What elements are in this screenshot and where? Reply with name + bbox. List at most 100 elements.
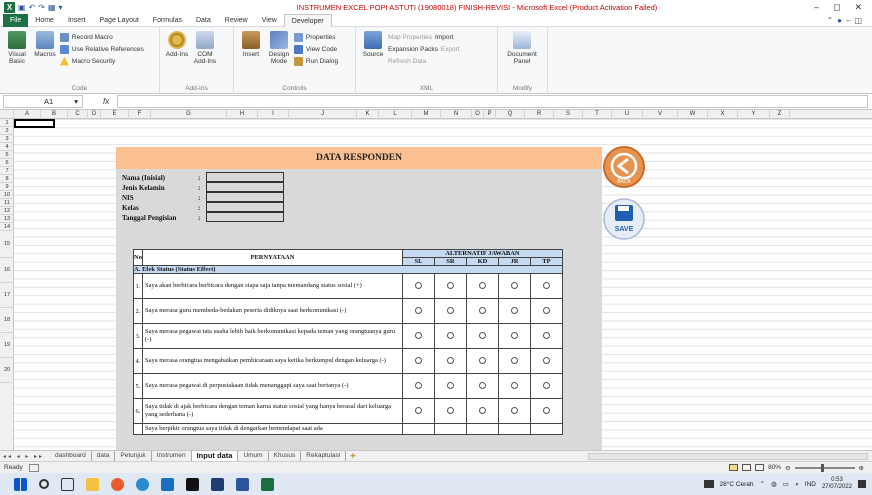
insert-sheet-icon[interactable]: ✚ bbox=[346, 452, 359, 460]
answer-radio-kd[interactable] bbox=[478, 331, 486, 339]
row-header[interactable]: 4 bbox=[0, 143, 14, 151]
sheet-tab[interactable]: Input data bbox=[191, 451, 239, 461]
answer-radio-tp[interactable] bbox=[542, 356, 550, 364]
volume-icon[interactable]: ◖ bbox=[795, 481, 799, 488]
ribbon-minimize-icon[interactable]: ⌃ bbox=[826, 16, 833, 25]
macro-security-button[interactable]: Macro Security bbox=[59, 55, 144, 67]
answer-radio-kd[interactable] bbox=[478, 306, 486, 314]
com-addins-button[interactable]: COM Add-Ins bbox=[192, 31, 218, 65]
sheet-tab[interactable]: Rekaptulasi bbox=[301, 451, 347, 461]
tab-data[interactable]: Data bbox=[189, 14, 218, 27]
document-panel-button[interactable]: Document Panel bbox=[502, 31, 542, 65]
use-relative-references-button[interactable]: Use Relative References bbox=[59, 43, 144, 55]
tab-file[interactable]: File bbox=[3, 13, 29, 27]
name-input[interactable] bbox=[206, 172, 284, 182]
sheet-tab[interactable]: Khusus bbox=[269, 451, 302, 461]
tab-home[interactable]: Home bbox=[28, 14, 61, 27]
answer-radio-jr[interactable] bbox=[510, 306, 518, 314]
view-code-button[interactable]: View Code bbox=[293, 43, 338, 55]
column-header[interactable]: C bbox=[68, 110, 88, 119]
zoom-in-icon[interactable]: ⊕ bbox=[859, 464, 864, 472]
name-box[interactable]: A1 ▾ bbox=[3, 95, 83, 108]
macro-recording-icon[interactable] bbox=[28, 463, 39, 472]
chrome-browser-icon[interactable] bbox=[136, 477, 149, 491]
select-all-corner[interactable] bbox=[0, 110, 14, 119]
answer-radio-jr[interactable] bbox=[510, 281, 518, 289]
clock[interactable]: 0:53 27/07/2022 bbox=[822, 477, 852, 491]
sheet-tab[interactable]: dashboard bbox=[50, 451, 92, 461]
column-header[interactable]: K bbox=[357, 110, 379, 119]
answer-radio-sl[interactable] bbox=[414, 381, 422, 389]
horizontal-scrollbar[interactable] bbox=[588, 452, 868, 460]
network-icon[interactable]: ◍ bbox=[771, 480, 777, 488]
sheet-tab[interactable]: Umum bbox=[238, 451, 269, 461]
column-header[interactable]: G bbox=[151, 110, 227, 119]
language-indicator[interactable]: IND bbox=[805, 481, 816, 488]
import-button[interactable]: Import bbox=[435, 34, 453, 41]
row-header[interactable]: 2 bbox=[0, 127, 14, 135]
row-header[interactable]: 9 bbox=[0, 183, 14, 191]
minimize-button[interactable]: – bbox=[814, 2, 819, 13]
answer-radio-sl[interactable] bbox=[414, 356, 422, 364]
nis-input[interactable] bbox=[206, 192, 284, 202]
export-button[interactable]: Export bbox=[441, 46, 460, 53]
tray-chevron-icon[interactable]: ⌃ bbox=[760, 480, 765, 488]
tab-formulas[interactable]: Formulas bbox=[146, 14, 189, 27]
column-header[interactable]: V bbox=[643, 110, 678, 119]
save-icon[interactable]: ▣ bbox=[18, 3, 26, 12]
notification-icon[interactable] bbox=[858, 480, 866, 488]
tab-developer[interactable]: Developer bbox=[283, 13, 332, 27]
column-header[interactable]: B bbox=[41, 110, 68, 119]
column-header[interactable]: J bbox=[289, 110, 357, 119]
row-header[interactable]: 19 bbox=[0, 333, 14, 358]
column-header[interactable]: H bbox=[227, 110, 258, 119]
row-header[interactable]: 20 bbox=[0, 358, 14, 383]
answer-radio-sr[interactable] bbox=[446, 356, 454, 364]
tab-page-layout[interactable]: Page Layout bbox=[92, 14, 145, 27]
column-header[interactable]: N bbox=[441, 110, 472, 119]
zoom-slider[interactable] bbox=[794, 463, 855, 472]
weather-text[interactable]: 28°C Cerah bbox=[720, 481, 754, 488]
row-header[interactable]: 7 bbox=[0, 167, 14, 175]
answer-radio-sl[interactable] bbox=[414, 306, 422, 314]
column-header[interactable]: Y bbox=[738, 110, 770, 119]
answer-radio-jr[interactable] bbox=[510, 331, 518, 339]
row-header[interactable]: 11 bbox=[0, 199, 14, 207]
row-header[interactable]: 15 bbox=[0, 231, 14, 258]
workbook-restore-icon[interactable]: ◫ bbox=[854, 16, 862, 25]
column-header[interactable]: P bbox=[484, 110, 496, 119]
restore-button[interactable]: ◻ bbox=[833, 2, 840, 13]
column-header[interactable]: L bbox=[379, 110, 412, 119]
search-icon[interactable] bbox=[39, 479, 49, 489]
worksheet[interactable]: DATA RESPONDEN Nama (Inisial) : Jenis Ke… bbox=[14, 119, 872, 450]
answer-radio-tp[interactable] bbox=[542, 331, 550, 339]
answer-radio-jr[interactable] bbox=[510, 381, 518, 389]
column-header[interactable]: S bbox=[554, 110, 583, 119]
file-explorer-icon[interactable] bbox=[86, 477, 99, 491]
macros-button[interactable]: Macros bbox=[32, 31, 58, 58]
answer-radio-kd[interactable] bbox=[478, 356, 486, 364]
row-header[interactable]: 8 bbox=[0, 175, 14, 183]
word-icon[interactable] bbox=[236, 477, 249, 491]
customize-qat-icon[interactable]: ▾ bbox=[59, 3, 63, 12]
column-header[interactable]: Q bbox=[496, 110, 525, 119]
column-header[interactable]: D bbox=[88, 110, 101, 119]
answer-radio-sr[interactable] bbox=[446, 281, 454, 289]
row-header[interactable]: 17 bbox=[0, 283, 14, 308]
edge-browser-icon[interactable] bbox=[111, 477, 124, 491]
column-header[interactable]: F bbox=[129, 110, 151, 119]
answer-radio-tp[interactable] bbox=[542, 306, 550, 314]
answer-radio-sl[interactable] bbox=[414, 281, 422, 289]
windows-start-icon[interactable] bbox=[14, 477, 27, 491]
answer-radio-sl[interactable] bbox=[414, 406, 422, 414]
sheet-tab[interactable]: Instrumen bbox=[152, 451, 192, 461]
zoom-out-icon[interactable]: ⊖ bbox=[785, 464, 790, 472]
page-break-view-icon[interactable] bbox=[755, 464, 765, 471]
refresh-data-button[interactable]: Refresh Data bbox=[388, 58, 426, 65]
tab-view[interactable]: View bbox=[255, 14, 284, 27]
row-header[interactable]: 3 bbox=[0, 135, 14, 143]
excel-taskbar-icon[interactable] bbox=[261, 477, 274, 491]
design-mode-button[interactable]: Design Mode bbox=[266, 31, 292, 65]
column-header[interactable]: E bbox=[101, 110, 129, 119]
answer-radio-sr[interactable] bbox=[446, 306, 454, 314]
